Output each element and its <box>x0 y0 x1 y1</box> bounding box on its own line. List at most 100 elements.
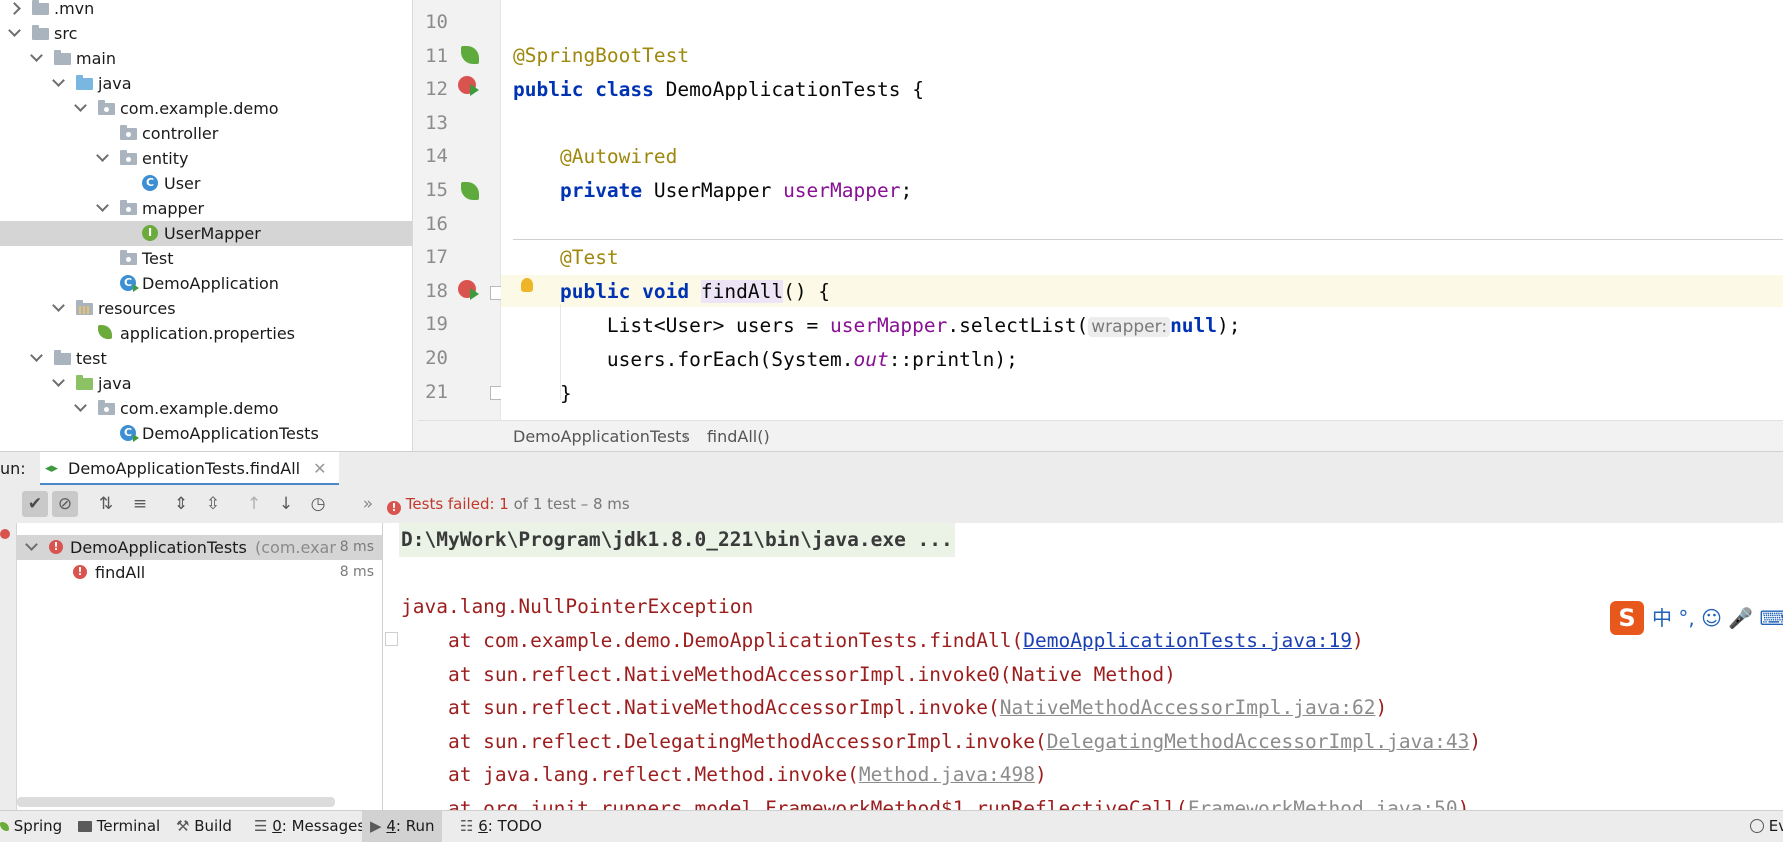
tool-window-bar: Spring Terminal ⚒ Build ☰ 0: Messages ▶ … <box>0 810 1783 842</box>
tree-item[interactable]: com.example.demo <box>0 96 412 121</box>
tree-item[interactable]: mapper <box>0 196 412 221</box>
chevron-down-icon[interactable] <box>96 199 109 212</box>
collapse-all-icon[interactable]: ⇳ <box>200 491 226 517</box>
tree-item[interactable]: java <box>0 71 412 96</box>
code-editor[interactable]: @SpringBootTest public class DemoApplica… <box>501 0 1783 420</box>
more-actions-icon[interactable]: » <box>355 491 381 517</box>
stack-frame-text: at java.lang.reflect.Method.invoke( <box>401 763 859 787</box>
messages-tab[interactable]: ☰ 0: Messages <box>254 811 365 842</box>
ime-toolbar[interactable]: S 中 °, ☺ 🎤 ⌨ <box>1610 601 1783 635</box>
event-log-tab[interactable]: Ev <box>1750 811 1783 842</box>
tree-item[interactable]: C DemoApplicationTests <box>0 421 412 446</box>
run-test-class-error-icon[interactable] <box>458 76 479 96</box>
test-history-icon[interactable]: ◷ <box>305 491 331 517</box>
sort-by-duration-icon[interactable]: ≡ <box>127 491 153 517</box>
console-output[interactable]: D:\MyWork\Program\jdk1.8.0_221\bin\java.… <box>383 523 1783 810</box>
build-tab[interactable]: ⚒ Build <box>176 811 232 842</box>
line-number: 12 <box>425 78 448 101</box>
hammer-icon: ⚒ <box>176 817 190 835</box>
tree-item[interactable]: src <box>0 21 412 46</box>
expand-all-icon[interactable]: ⇕ <box>168 491 194 517</box>
tree-item[interactable]: com.example.demo <box>0 396 412 421</box>
keyword: private <box>559 179 643 202</box>
tree-item-label: controller <box>142 124 219 143</box>
stack-frame-text: ) <box>1457 797 1470 810</box>
tree-item-label: java <box>98 74 132 93</box>
tree-item[interactable]: java <box>0 371 412 396</box>
tree-item[interactable]: .mvn <box>0 0 412 21</box>
breadcrumb: DemoApplicationTests › findAll() <box>418 420 1783 452</box>
tree-item[interactable]: main <box>0 46 412 71</box>
test-class-row[interactable]: ! DemoApplicationTests (com.example 8 ms <box>17 535 382 560</box>
build-label: Build <box>194 817 232 835</box>
package-icon <box>120 250 137 265</box>
chevron-down-icon[interactable] <box>74 99 87 112</box>
fold-icon[interactable] <box>385 632 398 646</box>
tree-item[interactable]: test <box>0 346 412 371</box>
chevron-down-icon[interactable] <box>30 49 43 62</box>
messages-icon: ☰ <box>254 817 268 835</box>
method-separator <box>513 239 1783 240</box>
horizontal-scrollbar[interactable] <box>17 797 335 807</box>
tree-item[interactable]: I UserMapper <box>0 221 412 246</box>
run-test-method-error-icon[interactable] <box>458 280 479 300</box>
run-icon: ▶ <box>370 817 382 835</box>
tree-item[interactable]: C User <box>0 171 412 196</box>
next-failed-icon[interactable]: ↓ <box>273 491 299 517</box>
show-passed-icon[interactable]: ✔ <box>22 491 48 517</box>
sort-alphabetically-icon[interactable]: ⇅ <box>93 491 119 517</box>
error-icon: ! <box>387 501 401 515</box>
ime-options[interactable]: 中 °, ☺ 🎤 ⌨ <box>1652 601 1783 635</box>
chevron-down-icon[interactable] <box>96 149 109 162</box>
chevron-down-icon[interactable] <box>8 24 21 37</box>
tree-item[interactable]: controller <box>0 121 412 146</box>
tree-item[interactable]: Test <box>0 246 412 271</box>
chevron-down-icon[interactable] <box>52 74 65 87</box>
close-tab-icon[interactable]: ✕ <box>313 459 326 478</box>
breadcrumb-class[interactable]: DemoApplicationTests <box>513 421 690 452</box>
chevron-down-icon[interactable] <box>74 399 87 412</box>
test-status: ! Tests failed: 1 of 1 test – 8 ms <box>387 485 630 523</box>
tree-item[interactable]: C DemoApplication <box>0 271 412 296</box>
source-link[interactable]: NativeMethodAccessorImpl.java:62 <box>1000 696 1376 719</box>
source-link[interactable]: Method.java:498 <box>859 763 1035 786</box>
tree-item[interactable]: entity <box>0 146 412 171</box>
breadcrumb-method[interactable]: findAll() <box>707 421 770 452</box>
class-name: DemoApplicationTests <box>665 78 901 101</box>
run-tool-tab[interactable]: ▶ 4: Run <box>362 811 443 842</box>
stack-frame: at sun.reflect.DelegatingMethodAccessorI… <box>401 725 1481 759</box>
source-link[interactable]: FrameworkMethod.java:50 <box>1188 797 1458 810</box>
tree-item[interactable]: resources <box>0 296 412 321</box>
source-link[interactable]: DemoApplicationTests.java:19 <box>1023 629 1352 652</box>
intention-bulb-icon[interactable] <box>521 278 533 292</box>
stop-icon[interactable] <box>0 529 10 539</box>
test-folder-icon <box>76 375 93 390</box>
code-text: users.forEach(System. <box>606 348 854 371</box>
messages-label: : Messages <box>281 817 366 835</box>
line-number: 19 <box>425 313 448 336</box>
tree-item-label: UserMapper <box>164 224 261 243</box>
chevron-right-icon[interactable] <box>8 2 21 15</box>
static-field: out <box>853 348 889 371</box>
chevron-down-icon[interactable] <box>30 349 43 362</box>
chevron-down-icon[interactable] <box>52 299 65 312</box>
chevron-down-icon[interactable] <box>52 374 65 387</box>
todo-tab[interactable]: ☷ 6: TODO <box>460 811 542 842</box>
previous-failed-icon[interactable]: ↑ <box>241 491 267 517</box>
error-icon: ! <box>73 565 87 579</box>
folder-icon <box>54 50 71 65</box>
show-ignored-icon[interactable]: ⊘ <box>52 491 78 517</box>
test-method-label: findAll <box>95 563 146 582</box>
run-tab[interactable]: ◂▸ DemoApplicationTests.findAll ✕ <box>40 452 339 486</box>
code-line-21: } <box>513 377 572 411</box>
chevron-down-icon[interactable] <box>25 538 38 551</box>
tree-item-label: main <box>76 49 116 68</box>
spring-class-icon: C <box>120 275 139 292</box>
terminal-tab[interactable]: Terminal <box>78 811 160 842</box>
spring-tab[interactable]: Spring <box>0 811 62 842</box>
keyword: class <box>595 78 654 101</box>
test-class-icon: C <box>120 425 139 442</box>
test-method-row[interactable]: ! findAll 8 ms <box>17 560 382 585</box>
source-link[interactable]: DelegatingMethodAccessorImpl.java:43 <box>1047 730 1470 753</box>
tree-item[interactable]: application.properties <box>0 321 412 346</box>
